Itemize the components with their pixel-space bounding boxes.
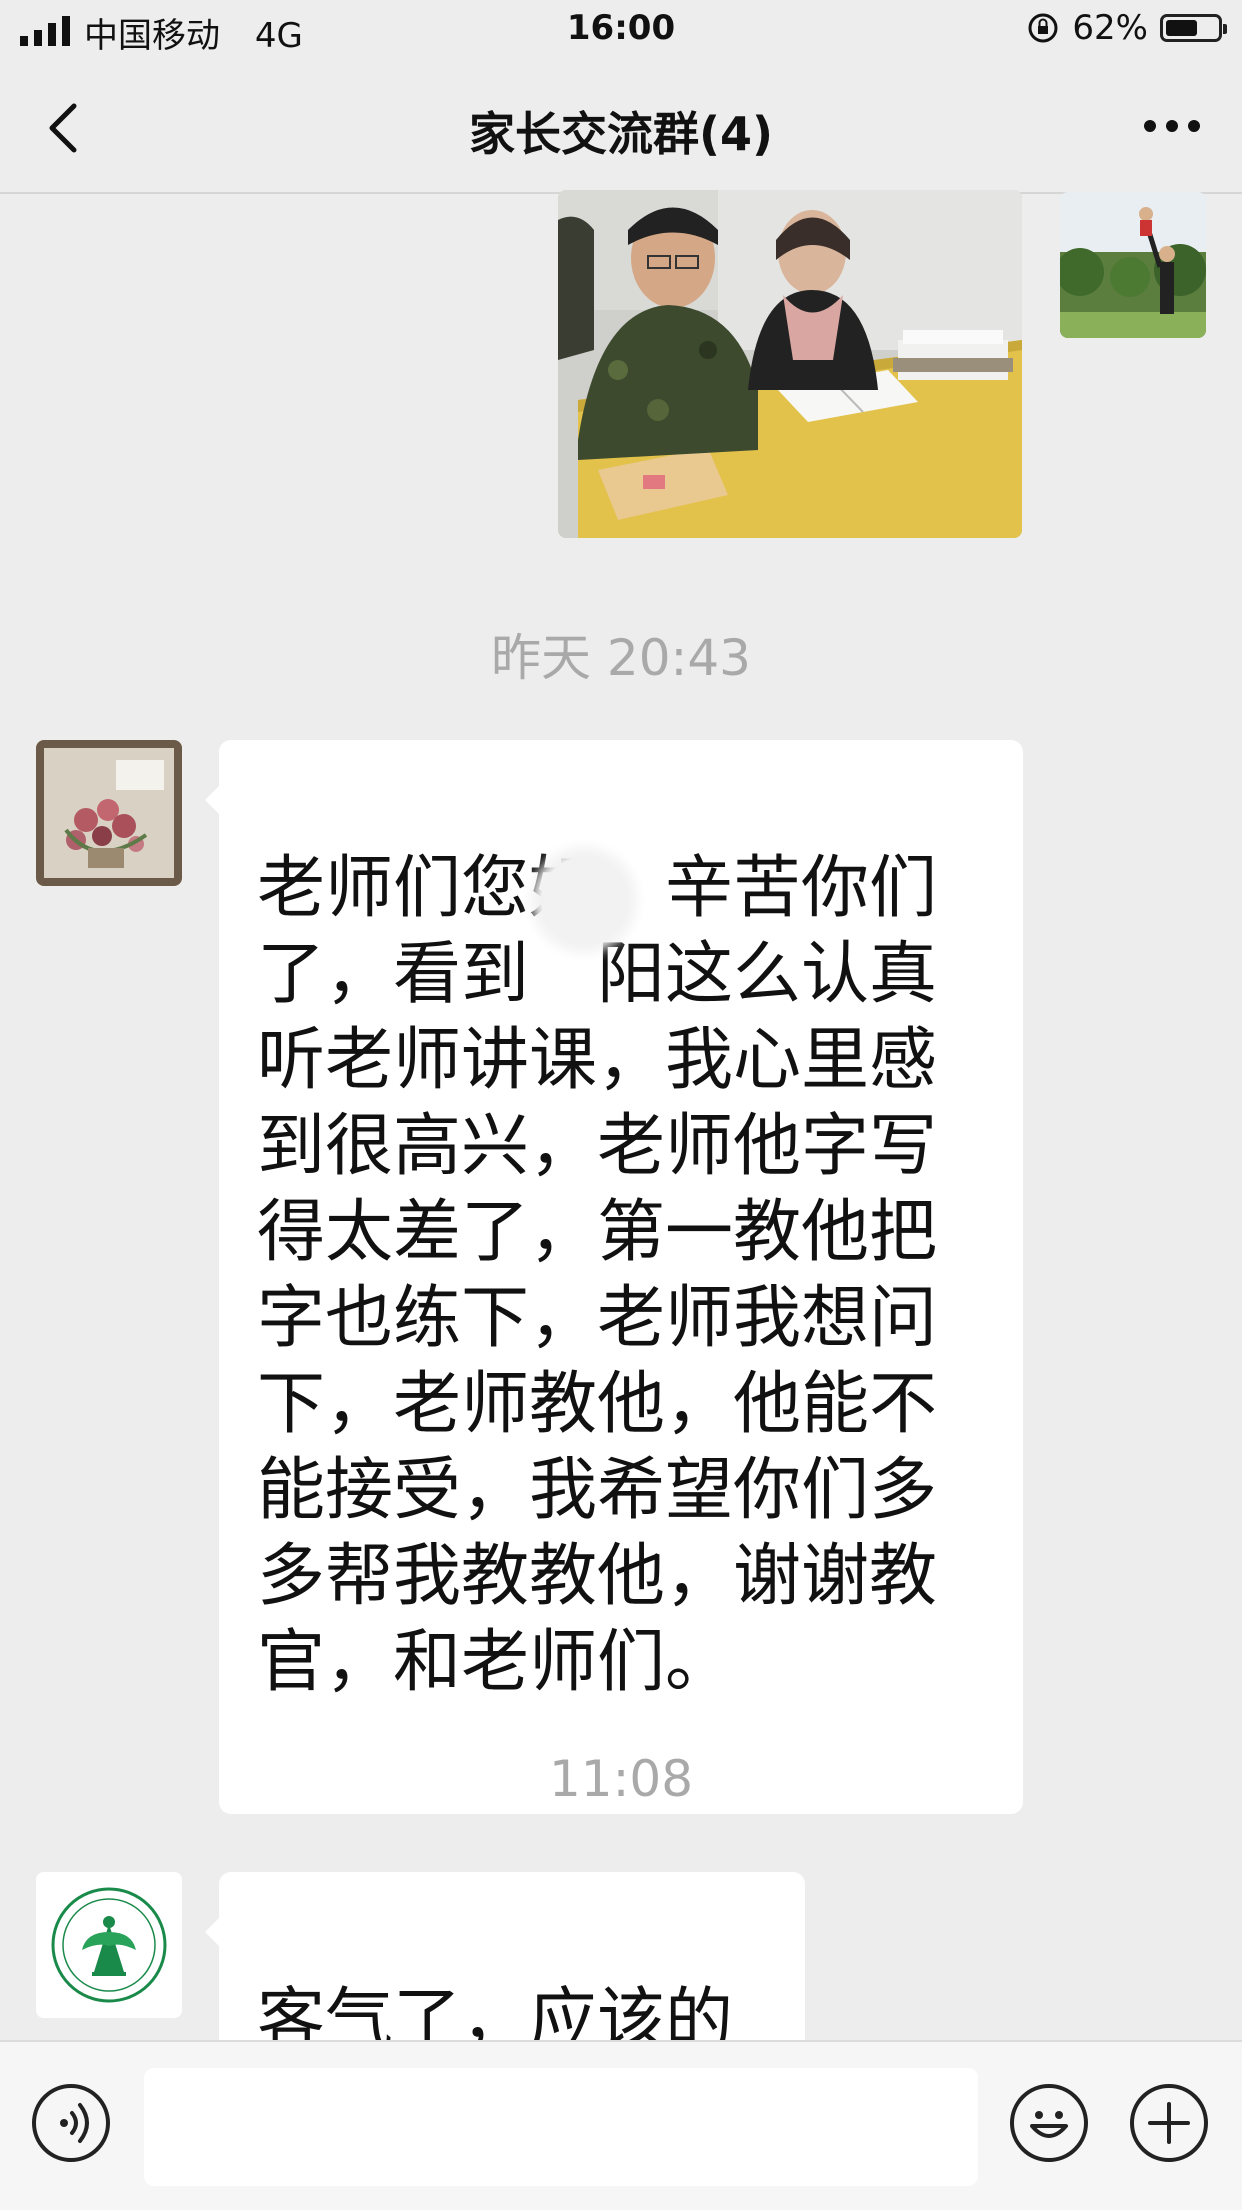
status-bar: 中国移动 4G 16:00 62%: [0, 0, 1242, 62]
plus-sign-icon: [1148, 2102, 1190, 2144]
emoji-icon[interactable]: [1010, 2084, 1088, 2162]
classroom-photo: [558, 190, 1022, 538]
voice-waves-icon: [60, 2103, 89, 2143]
sender-avatar[interactable]: [36, 740, 182, 886]
timestamp: 11:08: [548, 1750, 694, 1808]
more-dots-icon[interactable]: [1142, 106, 1202, 146]
redaction-blur: [541, 857, 627, 943]
battery-icon: [1160, 14, 1227, 42]
smiley-face-icon: [1030, 2111, 1068, 2138]
battery-percent: 62%: [1072, 8, 1148, 48]
my-avatar[interactable]: [1060, 192, 1206, 338]
flower-painting-avatar: [36, 740, 182, 886]
battery-level: [1166, 20, 1197, 36]
rotation-lock-icon: [1028, 13, 1058, 43]
timestamp: 昨天 20:43: [491, 629, 751, 687]
sender-avatar[interactable]: [36, 1872, 182, 2018]
voice-icon[interactable]: [32, 2084, 110, 2162]
message-bubble[interactable]: 老师们您好，辛苦你们 了，看到 阳这么认真 听老师讲课，我心里感 到很高兴，老师…: [205, 740, 1023, 1814]
chat-header: 家长交流群(4): [0, 62, 1242, 194]
plus-icon[interactable]: [1130, 2084, 1208, 2162]
avatar-outdoor-photo: [1060, 192, 1206, 338]
input-bar: [0, 2040, 1242, 2210]
message-input[interactable]: [144, 2068, 978, 2186]
school-logo-avatar: [36, 1872, 182, 2018]
chat-photo[interactable]: [558, 190, 1022, 538]
chat-title: 家长交流群(4): [468, 107, 774, 161]
message-text: 老师们您好，辛苦你们 了，看到 阳这么认真 听老师讲课，我心里感 到很高兴，老师…: [257, 849, 938, 1702]
